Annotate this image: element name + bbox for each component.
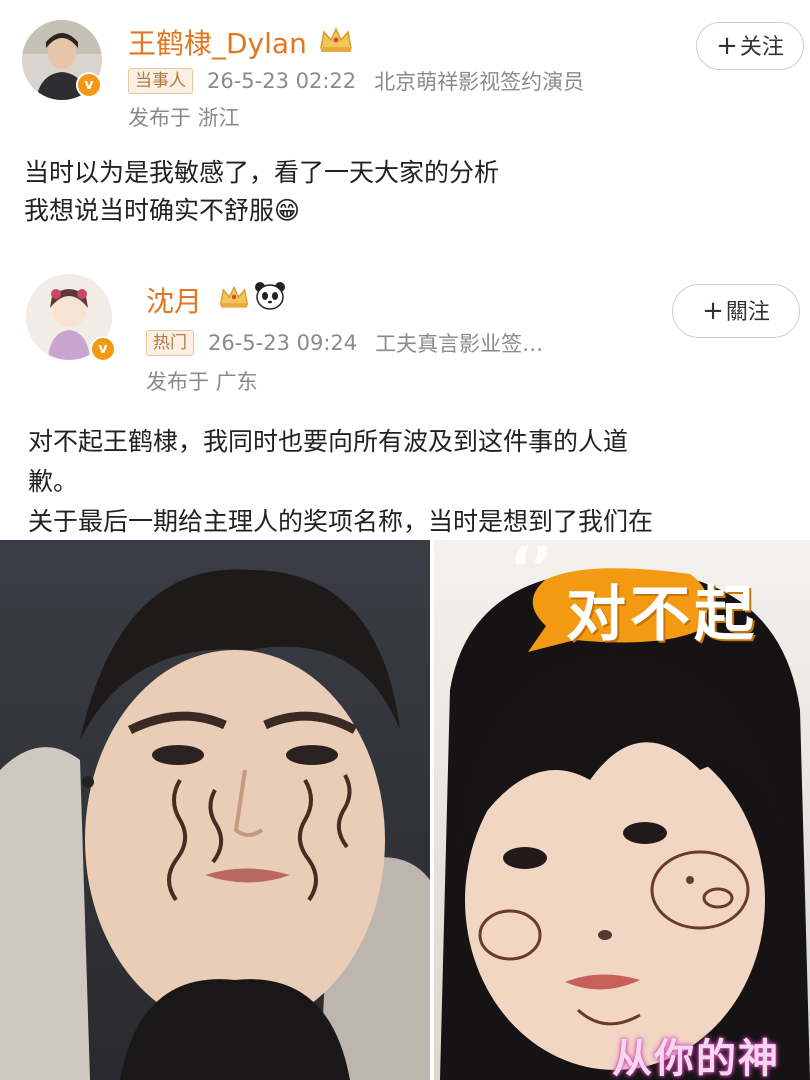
text-line: 当时以为是我敏感了，看了一天大家的分析 (24, 158, 500, 187)
weibo-post-shen: v 沈月 热门 26-5-23 09:24 工夫真言影业签… 发布于 广东 +關… (0, 262, 810, 540)
post-source: 工夫真言影业签… (375, 332, 544, 356)
post-text-wang: 当时以为是我敏感了，看了一天大家的分析 我想说当时确实不舒服😁 (24, 154, 499, 230)
tag-badge: 热门 (146, 330, 194, 356)
weibo-post-wang: v 王鹤棣_Dylan 当事人 26-5-23 02:22 北京萌祥影视签约演员… (0, 0, 810, 260)
tag-badge: 当事人 (128, 68, 193, 94)
post-time: 26-5-23 02:22 (207, 69, 357, 93)
post-meta-shen: 热门 26-5-23 09:24 工夫真言影业签… (146, 328, 543, 358)
username-wang[interactable]: 王鹤棣_Dylan (128, 22, 307, 62)
sticker-quote-marks: ‘’ (510, 540, 553, 601)
follow-button[interactable]: +关注 (696, 22, 804, 70)
plus-icon: + (702, 296, 724, 326)
crown-icon (219, 285, 249, 308)
post-time: 26-5-23 09:24 (208, 331, 358, 355)
meme-photo: ‘’ 对不起 从你的神 (0, 540, 810, 1080)
text-line: 对不起王鹤棣，我同时也要向所有波及到这件事的人道 (28, 427, 629, 456)
verified-badge-icon: v (90, 336, 116, 362)
watermark-text: 从你的神 (612, 1036, 780, 1080)
follow-button[interactable]: +關注 (672, 284, 800, 338)
plus-icon: + (716, 31, 738, 61)
post-source: 北京萌祥影视签约演员 (374, 70, 585, 94)
crown-icon (320, 27, 352, 52)
panda-icon (255, 282, 285, 310)
text-line: 歉。 (28, 467, 79, 496)
text-line: 关于最后一期给主理人的奖项名称，当时是想到了我们在 (28, 507, 654, 536)
post-location: 发布于 浙江 (128, 106, 240, 130)
verified-badge-icon: v (76, 72, 102, 98)
post-location: 发布于 广东 (146, 370, 258, 394)
post-text-shen: 对不起王鹤棣，我同时也要向所有波及到这件事的人道 歉。 关于最后一期给主理人的奖… (28, 422, 653, 540)
text-line: 我想说当时确实不舒服😁 (24, 196, 301, 225)
post-meta-wang: 当事人 26-5-23 02:22 北京萌祥影视签约演员 (128, 66, 584, 96)
username-shen[interactable]: 沈月 (146, 280, 202, 320)
follow-label: 關注 (725, 300, 770, 325)
sticker-text: 对不起 (566, 580, 758, 650)
follow-label: 关注 (739, 35, 784, 60)
